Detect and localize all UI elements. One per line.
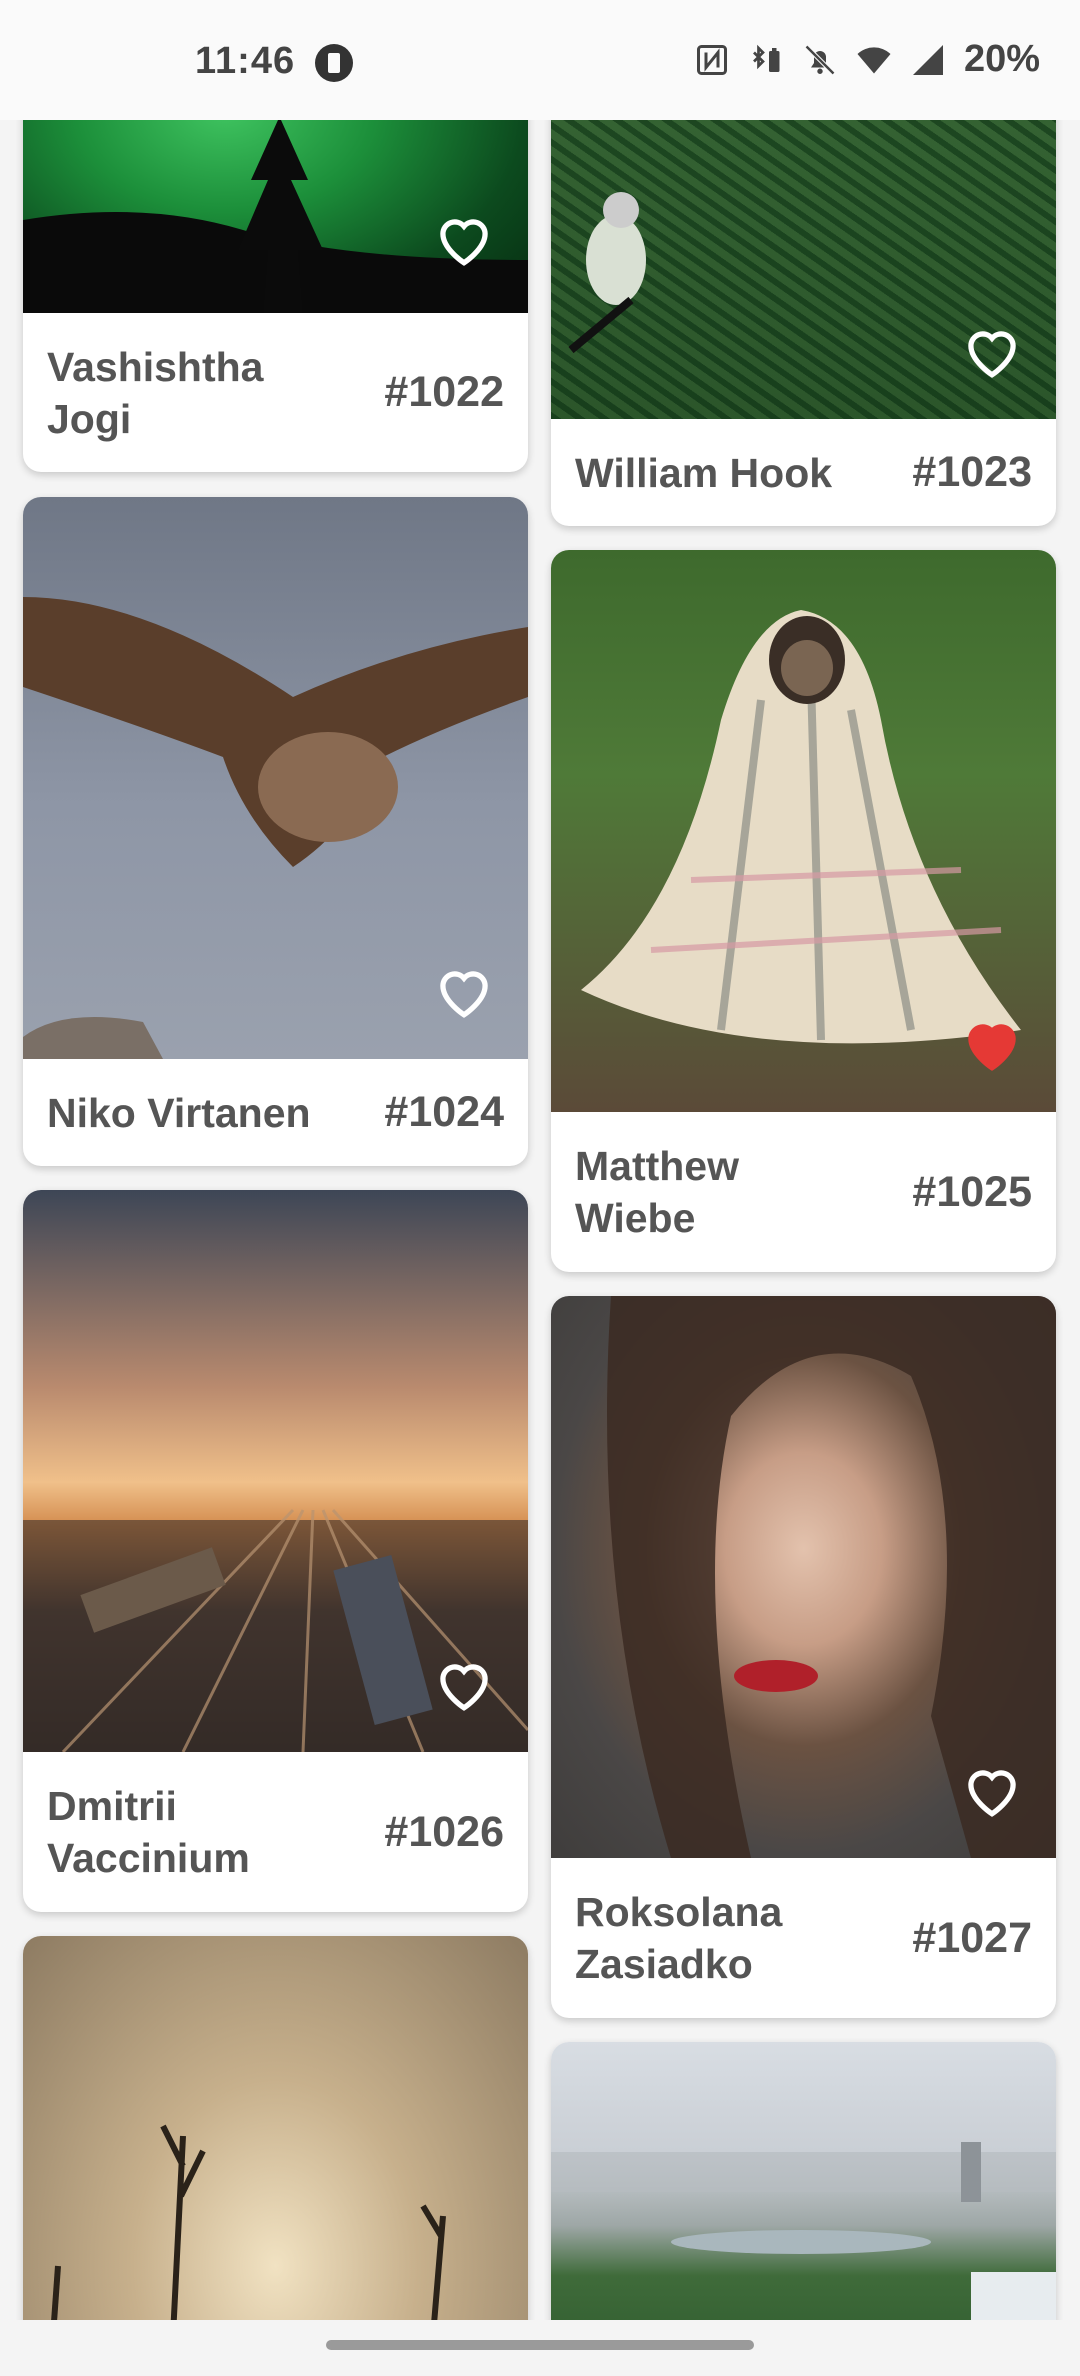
navigation-bar (0, 2320, 1080, 2376)
like-heart-icon[interactable] (432, 962, 496, 1020)
photo-card[interactable]: Vashishtha Jogi #1022 (23, 60, 528, 472)
like-heart-icon[interactable] (432, 210, 496, 268)
photo-card[interactable]: Matthew Wiebe #1025 (551, 550, 1056, 1272)
photo-caption: Roksolana Zasiadko #1027 (551, 1858, 1056, 2018)
photo-card[interactable]: William Hook #1023 (551, 60, 1056, 526)
author-name: Dmitrii Vaccinium (47, 1783, 250, 1881)
status-bar: 11:46 20% (0, 0, 1080, 120)
photo-caption: Dmitrii Vaccinium #1026 (23, 1752, 528, 1912)
photo-card[interactable]: Niko Virtanen #1024 (23, 497, 528, 1166)
photo-number: #1026 (384, 1807, 504, 1856)
status-time: 11:46 (195, 40, 296, 82)
like-heart-icon[interactable] (960, 1015, 1024, 1073)
photo-caption: William Hook #1023 (551, 419, 1056, 526)
photo-number: #1022 (384, 368, 504, 416)
bluetooth-battery-icon (752, 44, 780, 72)
photo-caption: Niko Virtanen #1024 (23, 1059, 528, 1166)
nfc-icon (696, 44, 727, 75)
photo-caption: Vashishtha Jogi #1022 (23, 313, 528, 472)
photo-card[interactable]: Roksolana Zasiadko #1027 (551, 1296, 1056, 2018)
author-name: William Hook (575, 449, 833, 496)
photo-number: #1027 (912, 1913, 1032, 1962)
signal-icon (912, 44, 943, 75)
battery-level: 20% (963, 38, 1040, 80)
photo-caption: Matthew Wiebe #1025 (551, 1112, 1056, 1272)
like-heart-icon[interactable] (960, 322, 1024, 380)
author-name: Niko Virtanen (47, 1089, 311, 1136)
misty-trees-scene (50, 2124, 446, 2337)
photo-number: #1024 (384, 1088, 504, 1136)
bell-off-icon (804, 44, 836, 75)
like-heart-icon[interactable] (960, 1761, 1024, 1819)
photo-card[interactable]: Dmitrii Vaccinium #1026 (23, 1190, 528, 1912)
photo-image (23, 1936, 528, 2376)
author-name: Roksolana Zasiadko (575, 1889, 783, 1987)
app-notification-icon (315, 44, 353, 82)
author-name: Matthew Wiebe (575, 1143, 739, 1241)
photo-card[interactable] (23, 1936, 528, 2376)
gesture-handle[interactable] (326, 2340, 754, 2350)
status-icons: 20% (694, 38, 1040, 81)
photo-number: #1023 (912, 448, 1032, 496)
wifi-icon (857, 46, 891, 73)
photo-number: #1025 (912, 1167, 1032, 1216)
like-heart-icon[interactable] (432, 1655, 496, 1713)
author-name: Vashishtha Jogi (47, 343, 264, 442)
